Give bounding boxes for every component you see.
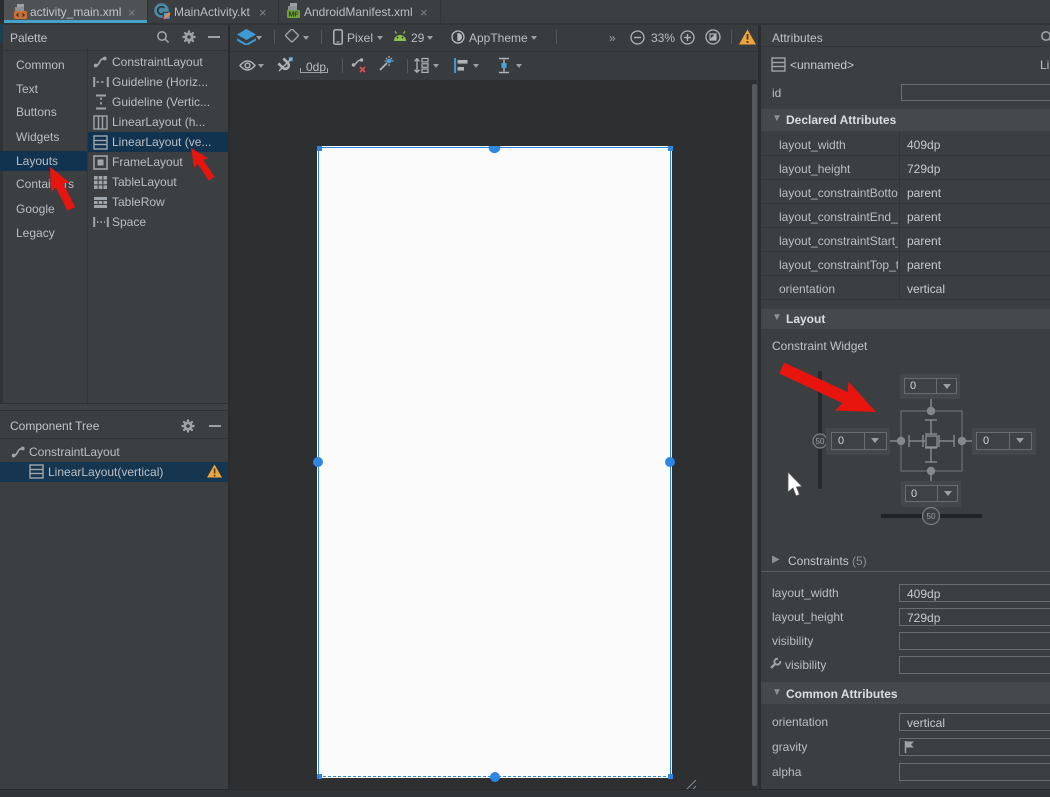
svg-text:50: 50 (816, 437, 825, 446)
svg-text:MF: MF (288, 12, 299, 19)
svg-text:50: 50 (927, 512, 936, 521)
